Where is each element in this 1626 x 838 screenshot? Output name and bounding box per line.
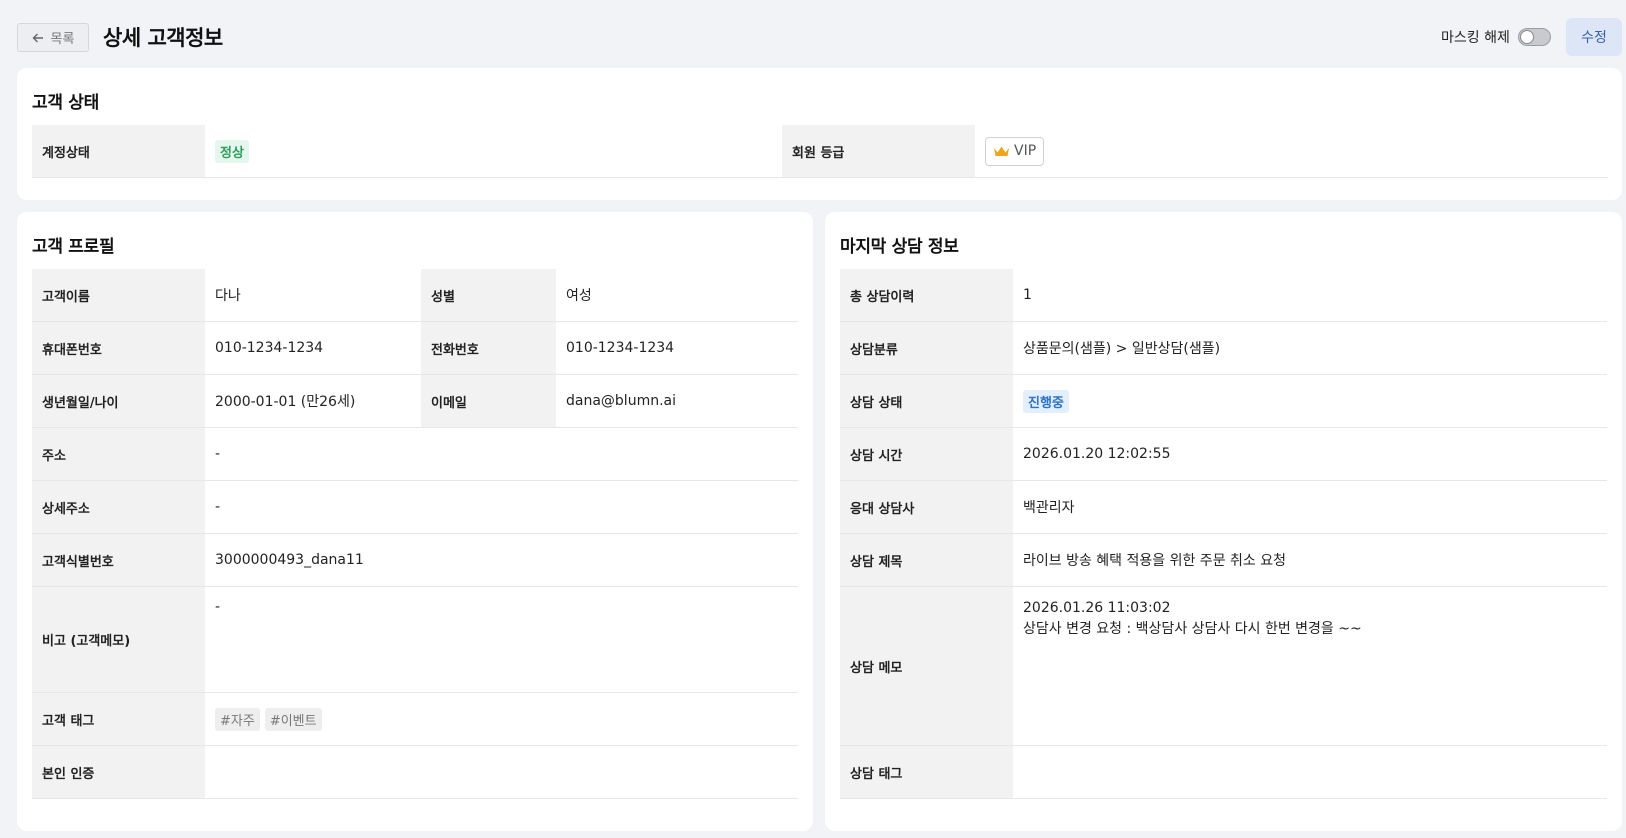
phone-value: 010-1234-1234 — [556, 322, 798, 374]
customer-profile-card: 고객 프로필 고객이름 다나 성별 여성 휴대폰번호 010-1234-1234… — [17, 212, 813, 831]
phone-label: 전화번호 — [421, 322, 556, 374]
consult-row-tags: 상담 태그 — [840, 746, 1607, 799]
profile-row-phone: 휴대폰번호 010-1234-1234 전화번호 010-1234-1234 — [32, 322, 798, 375]
consult-state-value: 진행중 — [1013, 375, 1607, 427]
consult-row-agent: 응대 상담사 백관리자 — [840, 481, 1607, 534]
detail-address-label: 상세주소 — [32, 481, 205, 533]
profile-row-address: 주소 - — [32, 428, 798, 481]
crown-icon — [994, 146, 1009, 156]
profile-row-detail-address: 상세주소 - — [32, 481, 798, 534]
consult-row-category: 상담분류 상품문의(샘플) > 일반상담(샘플) — [840, 322, 1607, 375]
email-value: dana@blumn.ai — [556, 375, 798, 427]
mobile-value: 010-1234-1234 — [205, 322, 421, 374]
total-consultations-value: 1 — [1013, 269, 1607, 321]
vip-label: VIP — [1014, 143, 1037, 159]
consult-subject-value: 라이브 방송 혜택 적용을 위한 주문 취소 요청 — [1013, 534, 1607, 586]
customer-id-value: 3000000493_dana11 — [205, 534, 798, 586]
consult-tags-label: 상담 태그 — [840, 746, 1013, 798]
consult-agent-value: 백관리자 — [1013, 481, 1607, 533]
status-row: 계정상태 정상 회원 등급 VIP — [32, 125, 1608, 178]
consult-time-label: 상담 시간 — [840, 428, 1013, 480]
profile-row-memo: 비고 (고객메모) - — [32, 587, 798, 693]
customer-memo-value: - — [205, 587, 798, 692]
address-value: - — [205, 428, 798, 480]
consult-row-memo: 상담 메모 2026.01.26 11:03:02 상담사 변경 요청 : 백상… — [840, 587, 1607, 746]
consult-category-label: 상담분류 — [840, 322, 1013, 374]
customer-tags-value: #자주 #이벤트 — [205, 693, 798, 745]
consult-row-total: 총 상담이력 1 — [840, 269, 1607, 322]
consult-row-time: 상담 시간 2026.01.20 12:02:55 — [840, 428, 1607, 481]
address-label: 주소 — [32, 428, 205, 480]
birth-value: 2000-01-01 (만26세) — [205, 375, 421, 427]
profile-row-customer-id: 고객식별번호 3000000493_dana11 — [32, 534, 798, 587]
consult-category-value: 상품문의(샘플) > 일반상담(샘플) — [1013, 322, 1607, 374]
customer-status-card: 고객 상태 계정상태 정상 회원 등급 VIP — [17, 68, 1622, 200]
account-status-value: 정상 — [205, 125, 782, 177]
name-label: 고객이름 — [32, 269, 205, 321]
total-consultations-label: 총 상담이력 — [840, 269, 1013, 321]
consult-row-state: 상담 상태 진행중 — [840, 375, 1607, 428]
birth-label: 생년월일/나이 — [32, 375, 205, 427]
customer-tag: #이벤트 — [264, 707, 322, 731]
identity-verification-label: 본인 인증 — [32, 746, 205, 798]
masking-toggle-label: 마스킹 해제 — [1441, 30, 1510, 46]
masking-toggle[interactable] — [1518, 28, 1551, 46]
toggle-knob — [1520, 30, 1534, 44]
member-grade-value: VIP — [975, 125, 1608, 177]
customer-status-title: 고객 상태 — [32, 93, 99, 113]
customer-profile-title: 고객 프로필 — [32, 237, 115, 257]
consult-subject-label: 상담 제목 — [840, 534, 1013, 586]
name-value: 다나 — [205, 269, 421, 321]
profile-row-birth: 생년월일/나이 2000-01-01 (만26세) 이메일 dana@blumn… — [32, 375, 798, 428]
profile-row-tags: 고객 태그 #자주 #이벤트 — [32, 693, 798, 746]
customer-id-label: 고객식별번호 — [32, 534, 205, 586]
last-consultation-title: 마지막 상담 정보 — [840, 237, 959, 257]
consult-memo-label: 상담 메모 — [840, 587, 1013, 745]
consult-time-value: 2026.01.20 12:02:55 — [1013, 428, 1607, 480]
consult-state-label: 상담 상태 — [840, 375, 1013, 427]
profile-row-name: 고객이름 다나 성별 여성 — [32, 269, 798, 322]
back-to-list-button[interactable]: 목록 — [17, 23, 89, 52]
consult-agent-label: 응대 상담사 — [840, 481, 1013, 533]
customer-tag: #자주 — [215, 707, 260, 731]
page-header: 목록 상세 고객정보 마스킹 해제 수정 — [17, 18, 1622, 56]
last-consultation-card: 마지막 상담 정보 총 상담이력 1 상담분류 상품문의(샘플) > 일반상담(… — [825, 212, 1622, 831]
account-status-label: 계정상태 — [32, 125, 205, 177]
consult-state-badge: 진행중 — [1023, 389, 1069, 413]
profile-row-verification: 본인 인증 — [32, 746, 798, 799]
account-status-badge: 정상 — [215, 139, 249, 163]
member-grade-label: 회원 등급 — [782, 125, 975, 177]
detail-address-value: - — [205, 481, 798, 533]
email-label: 이메일 — [421, 375, 556, 427]
customer-memo-label: 비고 (고객메모) — [32, 587, 205, 692]
arrow-left-icon — [32, 33, 43, 42]
gender-value: 여성 — [556, 269, 798, 321]
mobile-label: 휴대폰번호 — [32, 322, 205, 374]
gender-label: 성별 — [421, 269, 556, 321]
consult-memo-value: 2026.01.26 11:03:02 상담사 변경 요청 : 백상담사 상담사… — [1013, 587, 1607, 745]
identity-verification-value — [205, 746, 798, 798]
back-button-label: 목록 — [50, 32, 75, 47]
customer-tags-label: 고객 태그 — [32, 693, 205, 745]
consult-row-subject: 상담 제목 라이브 방송 혜택 적용을 위한 주문 취소 요청 — [840, 534, 1607, 587]
consult-memo-line: 상담사 변경 요청 : 백상담사 상담사 다시 한번 변경을 ~~ — [1023, 621, 1362, 637]
consult-memo-line: 2026.01.26 11:03:02 — [1023, 600, 1171, 616]
vip-chip: VIP — [985, 136, 1045, 166]
consult-tags-value — [1013, 746, 1607, 798]
page-title: 상세 고객정보 — [103, 26, 223, 50]
edit-button[interactable]: 수정 — [1566, 18, 1622, 56]
